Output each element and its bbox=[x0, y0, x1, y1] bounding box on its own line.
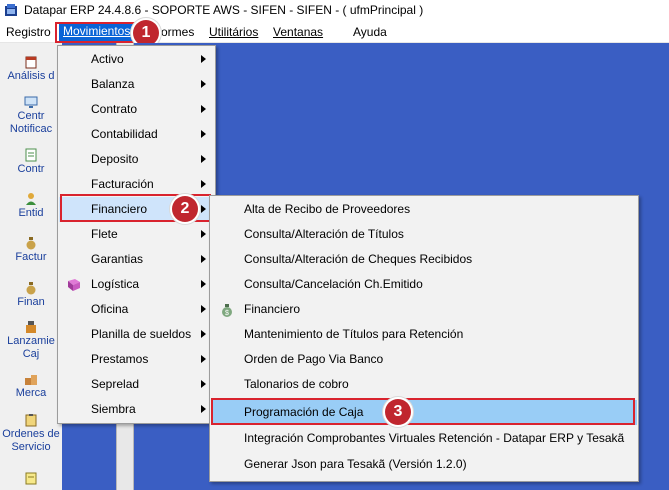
submenu-arrow-icon bbox=[201, 255, 206, 263]
submenu-arrow-icon bbox=[201, 180, 206, 188]
title-bar: Datapar ERP 24.4.8.6 - SOPORTE AWS - SIF… bbox=[0, 0, 669, 22]
person-icon bbox=[26, 193, 36, 205]
submenu-item-consulta-titulos[interactable]: Consulta/Alteración de Títulos bbox=[211, 222, 637, 247]
menu-registro[interactable]: Registro bbox=[6, 25, 51, 39]
submenu-arrow-icon bbox=[201, 280, 206, 288]
submenu-item-generar-json-tesaka[interactable]: Generar Json para Tesakã (Versión 1.2.0) bbox=[211, 452, 637, 477]
menu-informes[interactable]: ormes bbox=[161, 25, 194, 39]
sidebar-item-contratos[interactable]: Contr bbox=[0, 148, 62, 176]
svg-text:$: $ bbox=[225, 310, 229, 317]
menu-item-planilla-sueldos[interactable]: Planilla de sueldos bbox=[59, 322, 214, 347]
menu-item-seprelad[interactable]: Seprelad bbox=[59, 372, 214, 397]
movimientos-dropdown: Activo Balanza Contrato Contabilidad Dep… bbox=[57, 45, 216, 424]
shortcut-sidebar: Análisis d Centr Notificac Contr Entid F… bbox=[0, 43, 62, 490]
money-bag-icon bbox=[26, 282, 36, 295]
submenu-arrow-icon bbox=[201, 305, 206, 313]
submenu-item-consulta-ch-emitido[interactable]: Consulta/Cancelación Ch.Emitido bbox=[211, 272, 637, 297]
sidebar-item-notas[interactable] bbox=[0, 471, 62, 486]
annotation-outline-programacion-caja bbox=[211, 398, 635, 425]
submenu-item-alta-recibo-proveedores[interactable]: Alta de Recibo de Proveedores bbox=[211, 197, 637, 222]
window-title: Datapar ERP 24.4.8.6 - SOPORTE AWS - SIF… bbox=[24, 3, 424, 17]
submenu-arrow-icon bbox=[201, 355, 206, 363]
sidebar-item-entidades[interactable]: Entid bbox=[0, 192, 62, 220]
submenu-arrow-icon bbox=[201, 330, 206, 338]
menu-item-contrato[interactable]: Contrato bbox=[59, 97, 214, 122]
sidebar-item-mercaderias[interactable]: Merca bbox=[0, 372, 62, 400]
money-bag-icon bbox=[26, 237, 36, 250]
annotation-outline-movimientos bbox=[55, 22, 141, 43]
submenu-arrow-icon bbox=[201, 405, 206, 413]
menu-item-balanza[interactable]: Balanza bbox=[59, 72, 214, 97]
book-icon bbox=[68, 279, 80, 291]
menu-item-siembra[interactable]: Siembra bbox=[59, 397, 214, 422]
menu-item-logistica[interactable]: Logística bbox=[59, 272, 214, 297]
calendar-icon bbox=[25, 56, 37, 69]
submenu-arrow-icon bbox=[201, 55, 206, 63]
monitor-icon bbox=[24, 96, 38, 108]
app-icon bbox=[5, 4, 17, 16]
menu-ayuda[interactable]: Ayuda bbox=[353, 25, 387, 39]
notepad-icon bbox=[25, 472, 37, 485]
submenu-arrow-icon bbox=[201, 130, 206, 138]
menu-item-oficina[interactable]: Oficina bbox=[59, 297, 214, 322]
menu-ventanas[interactable]: Ventanas bbox=[273, 25, 323, 39]
submenu-item-financiero[interactable]: $ Financiero bbox=[211, 297, 637, 322]
step-badge-2: 2 bbox=[172, 196, 198, 222]
submenu-arrow-icon bbox=[201, 80, 206, 88]
sidebar-item-ordenes-servicio[interactable]: Ordenes de Servicio bbox=[0, 413, 62, 454]
sidebar-item-analisis[interactable]: Análisis d bbox=[0, 55, 62, 83]
boxes-icon bbox=[25, 375, 37, 385]
menu-item-prestamos[interactable]: Prestamos bbox=[59, 347, 214, 372]
submenu-item-mantenimiento-titulos-retencion[interactable]: Mantenimiento de Títulos para Retención bbox=[211, 322, 637, 347]
financiero-submenu: Alta de Recibo de Proveedores Consulta/A… bbox=[209, 195, 639, 482]
submenu-arrow-icon bbox=[201, 105, 206, 113]
submenu-item-consulta-cheques-recibidos[interactable]: Consulta/Alteración de Cheques Recibidos bbox=[211, 247, 637, 272]
submenu-item-integracion-comprobantes[interactable]: Integración Comprobantes Virtuales Reten… bbox=[211, 426, 637, 451]
menu-item-deposito[interactable]: Deposito bbox=[59, 147, 214, 172]
clipboard-icon bbox=[25, 414, 37, 427]
document-icon bbox=[25, 148, 37, 162]
step-badge-3: 3 bbox=[385, 399, 411, 425]
sidebar-item-lanzamientos-caja[interactable]: Lanzamie Caj bbox=[0, 320, 62, 361]
sidebar-item-centro-notificaciones[interactable]: Centr Notificac bbox=[0, 95, 62, 136]
submenu-arrow-icon bbox=[201, 380, 206, 388]
submenu-item-talonarios-cobro[interactable]: Talonarios de cobro bbox=[211, 372, 637, 397]
sidebar-item-facturacion[interactable]: Factur bbox=[0, 236, 62, 264]
menu-item-activo[interactable]: Activo bbox=[59, 47, 214, 72]
sidebar-item-financiero[interactable]: Finan bbox=[0, 281, 62, 309]
cash-register-icon bbox=[26, 321, 36, 333]
menu-item-flete[interactable]: Flete bbox=[59, 222, 214, 247]
menu-item-contabilidad[interactable]: Contabilidad bbox=[59, 122, 214, 147]
submenu-arrow-icon bbox=[201, 230, 206, 238]
money-bag-icon: $ bbox=[222, 304, 232, 317]
submenu-arrow-icon bbox=[201, 155, 206, 163]
menu-item-garantias[interactable]: Garantias bbox=[59, 247, 214, 272]
submenu-item-orden-pago-banco[interactable]: Orden de Pago Via Banco bbox=[211, 347, 637, 372]
menu-utilitarios[interactable]: Utilitários bbox=[209, 25, 258, 39]
